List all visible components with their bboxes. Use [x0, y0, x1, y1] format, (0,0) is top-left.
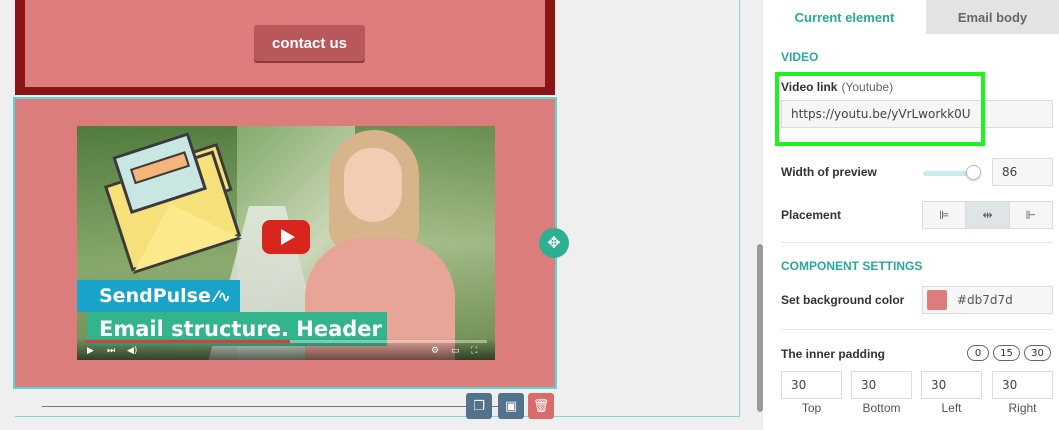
divider-line	[42, 406, 502, 407]
placement-label: Placement	[781, 208, 842, 222]
next-control-icon[interactable]: ⏭	[107, 347, 115, 356]
padding-top-label: Top	[801, 401, 822, 415]
theater-control-icon[interactable]: ▭	[451, 347, 460, 356]
play-icon[interactable]	[262, 220, 310, 254]
presenter-face	[344, 148, 402, 222]
section-divider	[781, 242, 1053, 243]
padding-top-input[interactable]: 30	[781, 371, 842, 399]
highlight-box	[775, 72, 985, 146]
contact-us-button[interactable]: contact us	[254, 25, 365, 61]
video-progress-bar[interactable]	[85, 340, 487, 343]
padding-left-label: Left	[941, 401, 962, 415]
background-color-label: Set background color	[781, 293, 905, 307]
tab-current-element[interactable]: Current element	[763, 0, 926, 34]
button-block[interactable]: contact us	[15, 0, 555, 95]
video-brand-banner: SendPulse ⁄∿	[77, 280, 240, 312]
align-right-icon[interactable]: ⊩	[1009, 202, 1052, 228]
component-settings-title: COMPONENT SETTINGS	[781, 259, 923, 273]
video-block[interactable]: SendPulse ⁄∿ Email structure. Header ▶ ⏭…	[13, 97, 557, 389]
padding-bottom-input[interactable]: 30	[851, 371, 912, 399]
trash-icon[interactable]: 🗑	[528, 393, 554, 419]
copy-icon[interactable]: ❐	[466, 393, 492, 419]
play-control-icon[interactable]: ▶	[87, 347, 94, 356]
video-preview[interactable]: SendPulse ⁄∿ Email structure. Header ▶ ⏭…	[77, 126, 495, 360]
color-value: #db7d7d	[957, 293, 1013, 307]
pulse-icon: ⁄∿	[214, 286, 231, 306]
placement-group: ⊫ ⇹ ⊩	[922, 201, 1053, 229]
padding-preset-15[interactable]: 15	[993, 345, 1020, 361]
inner-padding-label: The inner padding	[781, 347, 885, 361]
color-swatch[interactable]	[927, 290, 947, 310]
padding-right-label: Right	[1008, 401, 1037, 415]
tab-email-body[interactable]: Email body	[926, 0, 1059, 34]
settings-panel: Current element Email body VIDEO Video l…	[763, 0, 1059, 430]
padding-bottom-label: Bottom	[862, 401, 901, 415]
volume-control-icon[interactable]: ◀)	[127, 347, 137, 356]
padding-left-input[interactable]: 30	[921, 371, 982, 399]
align-left-icon[interactable]: ⊫	[923, 202, 967, 228]
video-progress-fill	[85, 340, 291, 343]
align-center-icon[interactable]: ⇹	[966, 202, 1010, 228]
video-section-title: VIDEO	[781, 50, 819, 64]
save-icon[interactable]: ▣	[498, 393, 524, 419]
width-preview-label: Width of preview	[781, 165, 877, 179]
settings-control-icon[interactable]: ⚙	[431, 347, 439, 356]
background-color-picker[interactable]: #db7d7d	[922, 286, 1053, 314]
width-slider-thumb[interactable]	[966, 165, 981, 180]
padding-right-input[interactable]: 30	[992, 371, 1053, 399]
fullscreen-control-icon[interactable]: ⛶	[471, 347, 477, 356]
section-divider-2	[781, 329, 1053, 330]
padding-preset-0[interactable]: 0	[967, 345, 989, 361]
email-canvas: contact us SendPulse ⁄∿ Email structure.…	[0, 0, 760, 430]
move-arrows-icon[interactable]: ✥	[539, 228, 569, 258]
video-brand-text: SendPulse	[99, 285, 211, 307]
padding-preset-30[interactable]: 30	[1024, 345, 1051, 361]
panel-tabs: Current element Email body	[763, 0, 1059, 34]
width-input[interactable]: 86	[992, 158, 1053, 186]
